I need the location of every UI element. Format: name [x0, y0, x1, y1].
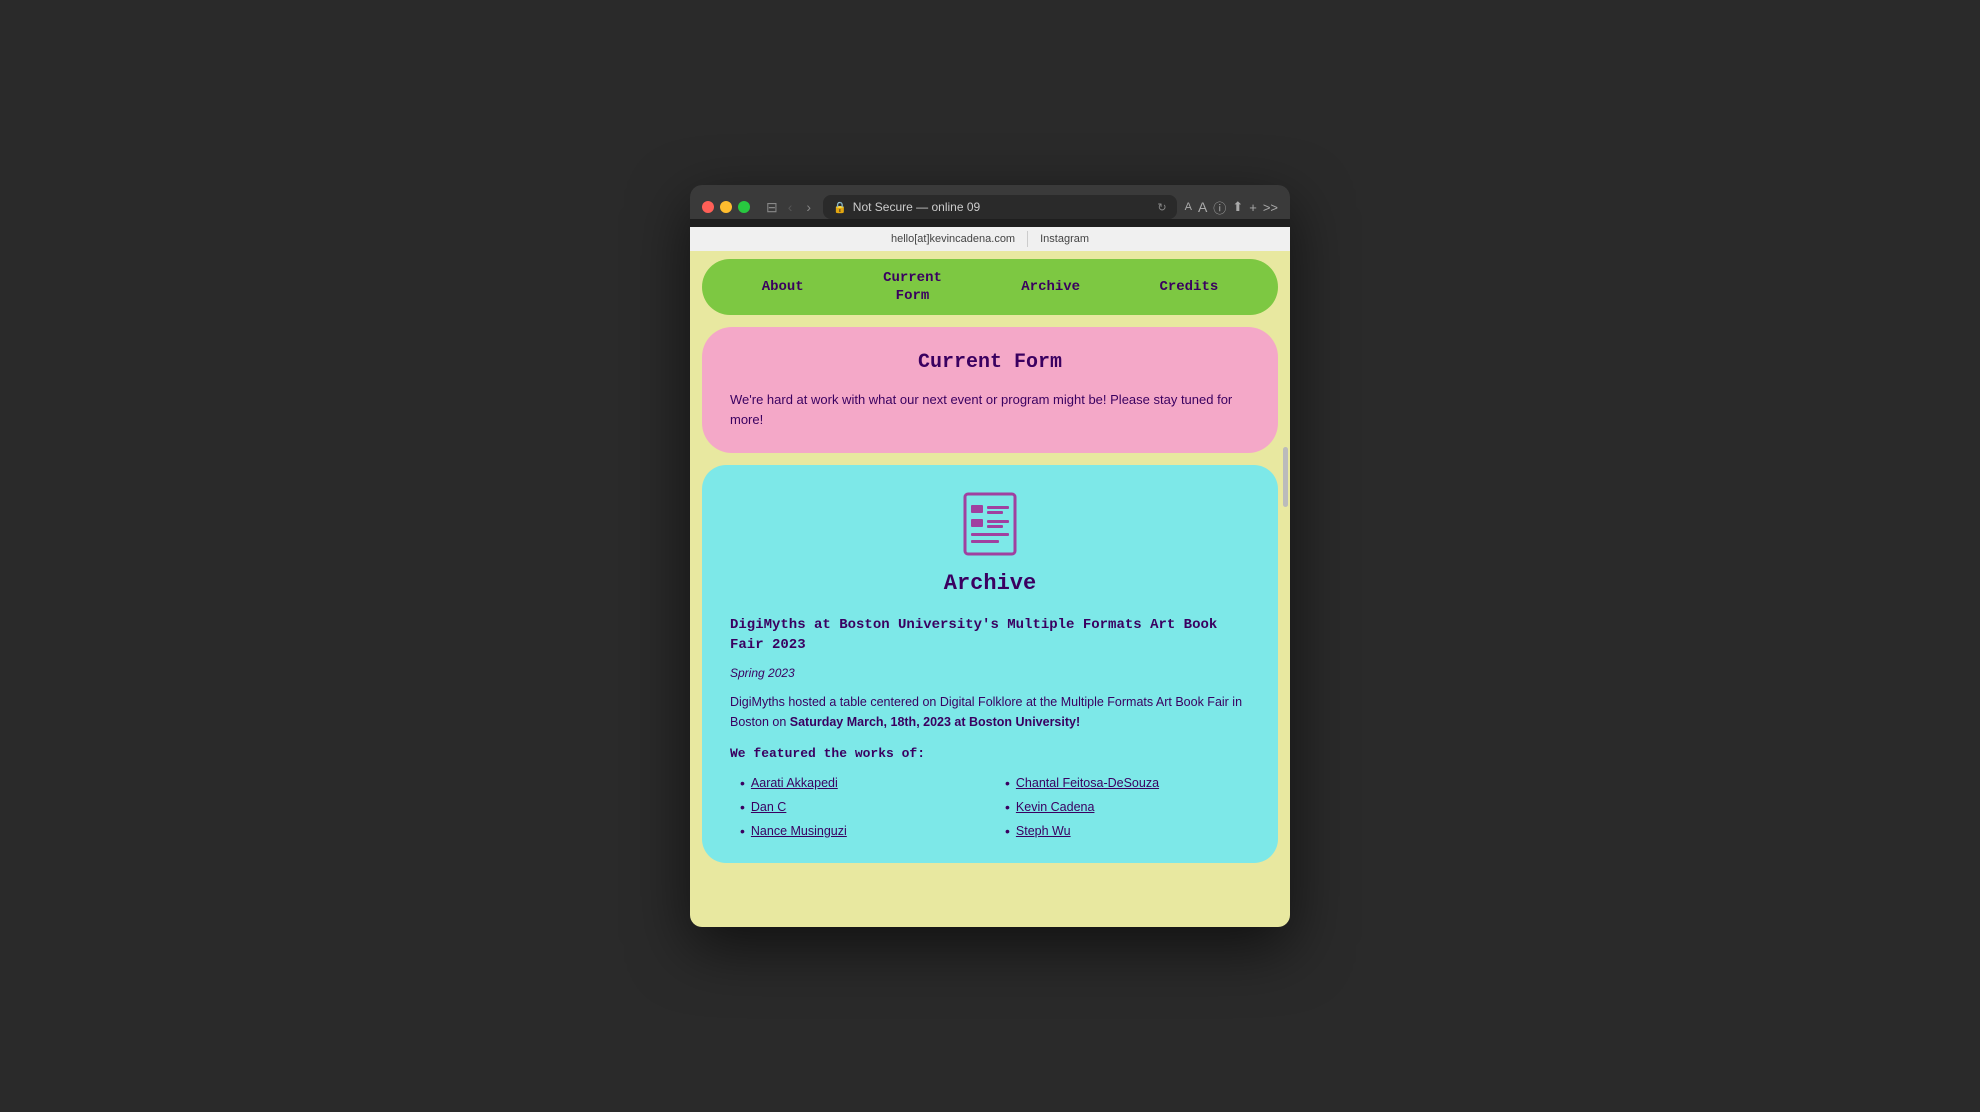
- archive-icon-container: [730, 489, 1250, 559]
- traffic-lights: [702, 201, 750, 213]
- scrollbar-thumb[interactable]: [1283, 447, 1288, 507]
- archive-document-icon: [955, 489, 1025, 559]
- close-button[interactable]: [702, 201, 714, 213]
- maximize-button[interactable]: [738, 201, 750, 213]
- security-icon: 🔒: [833, 201, 847, 214]
- event-description: DigiMyths hosted a table centered on Dig…: [730, 692, 1250, 732]
- artist-nance: Nance Musinguzi: [740, 823, 985, 839]
- event-date: Spring 2023: [730, 666, 1250, 680]
- forward-button[interactable]: ›: [802, 197, 815, 217]
- artist-steph-link[interactable]: Steph Wu: [1016, 824, 1071, 838]
- artist-kevin: Kevin Cadena: [1005, 799, 1250, 815]
- current-form-section: Current Form We're hard at work with wha…: [702, 327, 1278, 453]
- email-link[interactable]: hello[at]kevincadena.com: [879, 231, 1028, 247]
- browser-titlebar: ⊟ ‹ › 🔒 Not Secure — online 09 ↻ A A ⓘ ⬆…: [702, 195, 1278, 219]
- artists-grid: Aarati Akkapedi Chantal Feitosa-DeSouza …: [730, 775, 1250, 839]
- featured-works-heading: We featured the works of:: [730, 746, 1250, 761]
- current-form-title: Current Form: [730, 351, 1250, 374]
- artist-chantal: Chantal Feitosa-DeSouza: [1005, 775, 1250, 791]
- artist-dan: Dan C: [740, 799, 985, 815]
- top-links-bar: hello[at]kevincadena.com Instagram: [690, 227, 1290, 251]
- artist-aarati-link[interactable]: Aarati Akkapedi: [751, 776, 838, 790]
- site-nav: About CurrentForm Archive Credits: [702, 259, 1278, 315]
- nav-archive[interactable]: Archive: [1021, 279, 1080, 295]
- more-icon[interactable]: >>: [1263, 200, 1278, 215]
- artist-nance-link[interactable]: Nance Musinguzi: [751, 824, 847, 838]
- nav-current-form[interactable]: CurrentForm: [883, 269, 942, 305]
- address-text: Not Secure — online 09: [853, 200, 980, 214]
- browser-chrome: ⊟ ‹ › 🔒 Not Secure — online 09 ↻ A A ⓘ ⬆…: [690, 185, 1290, 219]
- nav-about[interactable]: About: [762, 279, 804, 295]
- nav-credits[interactable]: Credits: [1159, 279, 1218, 295]
- current-form-body: We're hard at work with what our next ev…: [730, 390, 1250, 429]
- back-button[interactable]: ‹: [784, 197, 797, 217]
- info-icon[interactable]: ⓘ: [1213, 198, 1226, 217]
- artist-kevin-link[interactable]: Kevin Cadena: [1016, 800, 1095, 814]
- share-icon[interactable]: ⬆: [1232, 199, 1243, 215]
- artist-chantal-link[interactable]: Chantal Feitosa-DeSouza: [1016, 776, 1159, 790]
- artist-aarati: Aarati Akkapedi: [740, 775, 985, 791]
- archive-title: Archive: [730, 571, 1250, 596]
- toolbar-icons: A A ⓘ ⬆ + >>: [1185, 198, 1278, 217]
- font-larger-icon[interactable]: A: [1198, 199, 1207, 215]
- archive-section: Archive DigiMyths at Boston University's…: [702, 465, 1278, 862]
- address-bar[interactable]: 🔒 Not Secure — online 09 ↻: [823, 195, 1177, 219]
- artist-dan-link[interactable]: Dan C: [751, 800, 786, 814]
- browser-controls: ⊟ ‹ ›: [766, 197, 815, 217]
- address-icons: ↻: [1157, 201, 1166, 214]
- reload-icon[interactable]: ↻: [1157, 201, 1166, 214]
- browser-window: ⊟ ‹ › 🔒 Not Secure — online 09 ↻ A A ⓘ ⬆…: [690, 185, 1290, 927]
- event-desc-bold: Saturday March, 18th, 2023 at Boston Uni…: [790, 715, 1080, 729]
- sidebar-icon: ⊟: [766, 199, 778, 216]
- artist-steph: Steph Wu: [1005, 823, 1250, 839]
- website-content: hello[at]kevincadena.com Instagram About…: [690, 227, 1290, 927]
- font-smaller-icon[interactable]: A: [1185, 201, 1192, 213]
- scrollbar[interactable]: [1282, 227, 1288, 927]
- new-tab-icon[interactable]: +: [1249, 200, 1257, 215]
- instagram-link[interactable]: Instagram: [1028, 231, 1101, 247]
- event-title: DigiMyths at Boston University's Multipl…: [730, 616, 1250, 655]
- minimize-button[interactable]: [720, 201, 732, 213]
